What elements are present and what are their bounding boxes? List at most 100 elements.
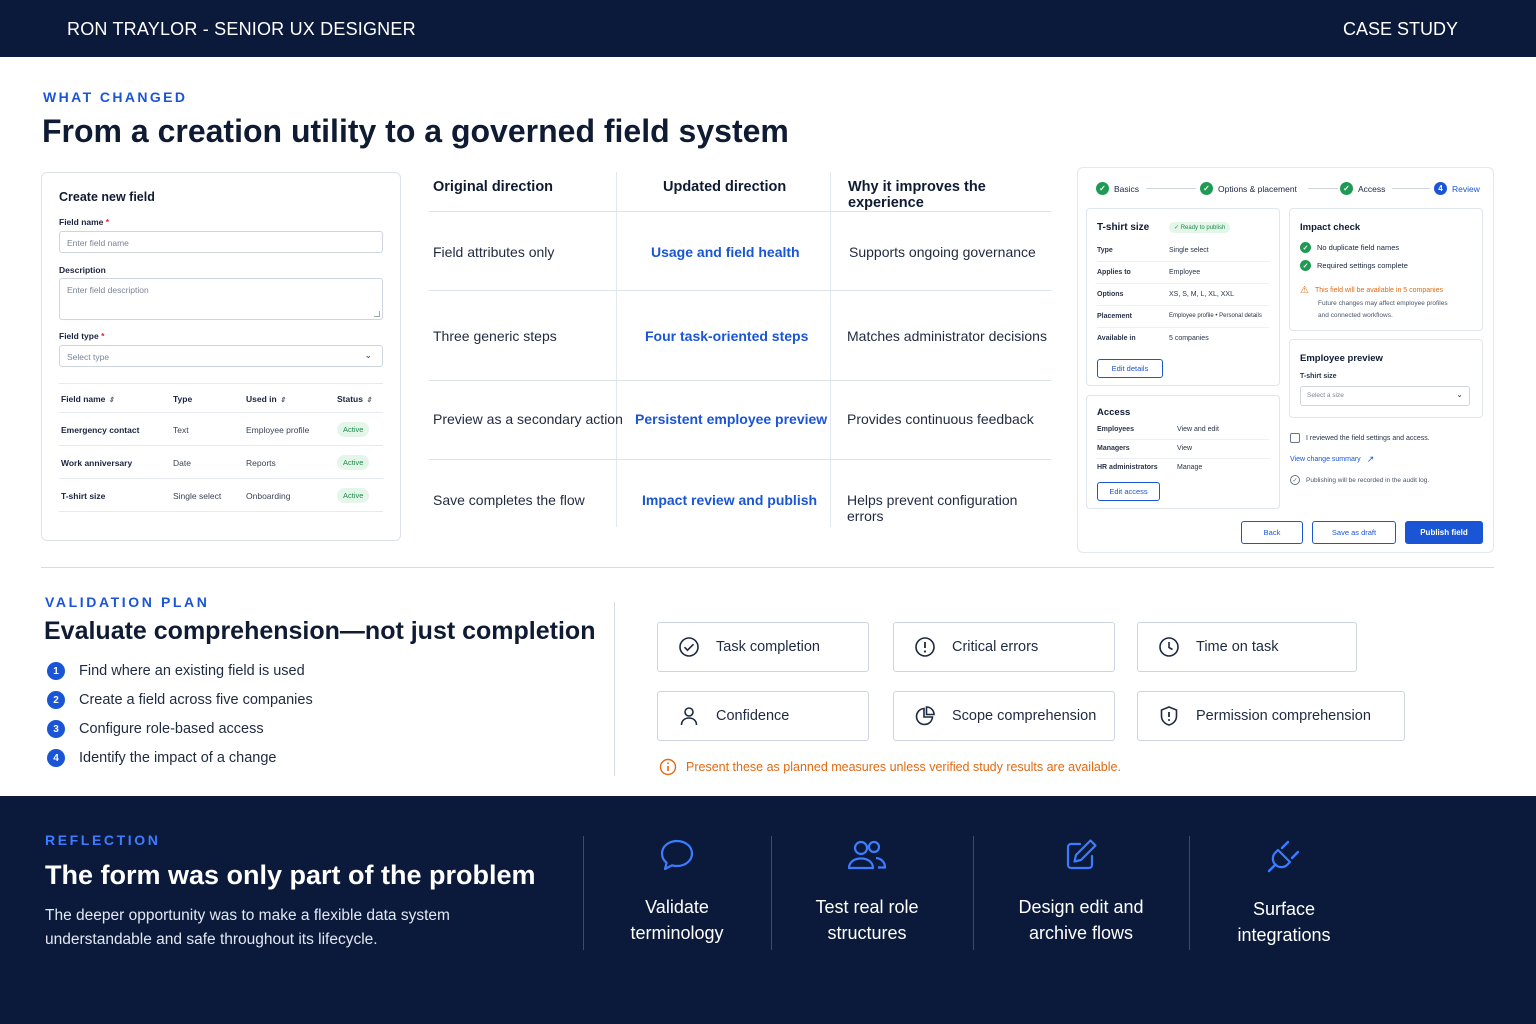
- pie-chart-icon: [915, 706, 935, 726]
- cell-why: Provides continuous feedback: [847, 411, 1034, 427]
- status-badge: Active: [337, 488, 370, 503]
- cell-why: Helps prevent configuration errors: [847, 492, 1018, 524]
- chevron-down-icon: ⌄: [1456, 390, 1463, 399]
- field-name-input[interactable]: Enter field name: [59, 231, 383, 253]
- check-icon: ✓: [1096, 182, 1109, 195]
- status-badge: Active: [337, 422, 370, 437]
- step-access[interactable]: ✓ Access: [1340, 182, 1385, 195]
- warning-detail: Future changes may affect employee profi…: [1318, 300, 1448, 307]
- author-title: RON TRAYLOR - SENIOR UX DESIGNER: [67, 19, 416, 39]
- col-used-in[interactable]: Used in ⇕: [246, 394, 286, 404]
- edit-details-button[interactable]: Edit details: [1097, 359, 1163, 378]
- reflection-item-integrations: Surface integrations: [1194, 836, 1374, 948]
- table-row[interactable]: Emergency contact Text Employee profile …: [59, 413, 383, 446]
- kv-key: Type: [1097, 247, 1113, 254]
- reflection-eyebrow: REFLECTION: [45, 832, 161, 848]
- access-summary-card: Access Employees View and edit Managers …: [1086, 395, 1280, 509]
- task-item: 4 Identify the impact of a change: [47, 749, 277, 767]
- kv-value: Employee: [1169, 269, 1201, 276]
- reflection-item-edit-archive: Design edit and archive flows: [991, 836, 1171, 946]
- audit-note: ✓ Publishing will be recorded in the audi…: [1290, 475, 1429, 485]
- step-basics[interactable]: ✓ Basics: [1096, 182, 1139, 195]
- save-draft-button[interactable]: Save as draft: [1312, 521, 1396, 544]
- publish-field-button[interactable]: Publish field: [1405, 521, 1483, 544]
- reflection-title: The form was only part of the problem: [45, 860, 536, 890]
- confirm-checkbox[interactable]: I reviewed the field settings and access…: [1290, 433, 1430, 443]
- create-field-title: Create new field: [59, 190, 155, 204]
- row-used-in: Reports: [246, 458, 276, 468]
- table-row[interactable]: T-shirt size Single select Onboarding Ac…: [59, 479, 383, 512]
- kv-key: Employees: [1097, 426, 1134, 433]
- back-button[interactable]: Back: [1241, 521, 1303, 544]
- metric-time-on-task: Time on task: [1137, 622, 1357, 672]
- comparison-table: Original direction Updated direction Why…: [429, 172, 1051, 527]
- size-select[interactable]: Select a size ⌄: [1300, 386, 1470, 406]
- header-why: Why it improves the experience: [848, 179, 986, 211]
- cell-updated: Impact review and publish: [642, 492, 818, 508]
- task-item: 1 Find where an existing field is used: [47, 662, 305, 680]
- sort-icon: ⇕: [365, 397, 372, 404]
- checkbox[interactable]: [1290, 433, 1300, 443]
- planned-measures-note: Present these as planned measures unless…: [659, 758, 1121, 776]
- kv-value: XS, S, M, L, XL, XXL: [1169, 291, 1234, 298]
- kv-key: Placement: [1097, 313, 1133, 320]
- cell-original: Field attributes only: [433, 244, 555, 260]
- edit-access-button[interactable]: Edit access: [1097, 482, 1160, 501]
- field-type-select[interactable]: Select type ⌄: [59, 345, 383, 367]
- chevron-down-icon: ⌄: [364, 350, 372, 360]
- row-type: Date: [173, 458, 191, 468]
- cell-why: Supports ongoing governance: [849, 244, 1036, 260]
- info-icon: [659, 758, 677, 776]
- check-icon: ✓: [1300, 242, 1311, 253]
- create-field-card: Create new field Field name * Enter fiel…: [41, 172, 401, 541]
- row-name: Emergency contact: [61, 425, 140, 435]
- table-row[interactable]: Work anniversary Date Reports Active: [59, 446, 383, 479]
- header-updated: Updated direction: [663, 179, 787, 195]
- fields-table: Field name ⇕ Type Used in ⇕ Status ⇕ Emerge…: [59, 383, 383, 512]
- row-used-in: Onboarding: [246, 491, 291, 501]
- metric-scope-comprehension: Scope comprehension: [893, 691, 1115, 741]
- sort-icon: ⇕: [279, 397, 286, 404]
- page-title: From a creation utility to a governed fi…: [42, 113, 789, 149]
- shield-icon: [1160, 706, 1178, 726]
- check-icon: ✓: [1200, 182, 1213, 195]
- kv-value: View: [1177, 445, 1193, 452]
- check-shield-icon: ✓: [1290, 475, 1300, 485]
- external-link-icon: ↗: [1366, 454, 1375, 464]
- cell-original: Preview as a secondary action: [433, 411, 623, 427]
- check-no-duplicates: ✓ No duplicate field names: [1300, 242, 1399, 253]
- access-title: Access: [1097, 407, 1131, 418]
- kv-value: View and edit: [1177, 426, 1219, 433]
- table-header-row: Field name ⇕ Type Used in ⇕ Status ⇕: [59, 383, 383, 413]
- view-change-summary-link[interactable]: View change summary ↗: [1290, 454, 1374, 465]
- metric-critical-errors: Critical errors: [893, 622, 1115, 672]
- preview-title: Employee preview: [1300, 353, 1383, 364]
- sort-icon: ⇕: [108, 397, 115, 404]
- warning-detail: and connected workflows.: [1318, 312, 1393, 319]
- kv-key: Options: [1097, 291, 1124, 298]
- case-study-label: CASE STUDY: [1342, 19, 1458, 39]
- impact-check-card: Impact check ✓ No duplicate field names ✓…: [1289, 208, 1483, 331]
- row-name: Work anniversary: [61, 458, 133, 468]
- ready-badge: ✓ Ready to publish: [1169, 222, 1231, 233]
- kv-value: Manage: [1177, 464, 1203, 471]
- summary-title: T-shirt size: [1097, 222, 1150, 233]
- metric-permission-comprehension: Permission comprehension: [1137, 691, 1405, 741]
- description-textarea[interactable]: Enter field description: [59, 278, 383, 320]
- check-circle-icon: [679, 637, 699, 657]
- status-badge: Active: [337, 455, 370, 470]
- step-review[interactable]: 4 Review: [1434, 182, 1480, 195]
- col-status[interactable]: Status ⇕: [337, 394, 372, 404]
- cell-updated: Persistent employee preview: [635, 411, 828, 427]
- cell-why: Matches administrator decisions: [847, 328, 1047, 344]
- kv-key: Available in: [1097, 335, 1136, 342]
- impact-warning: ⚠ This field will be available in 5 compa…: [1300, 285, 1443, 296]
- clock-icon: [1159, 637, 1179, 657]
- row-name: T-shirt size: [61, 491, 106, 501]
- check-icon: ✓: [1300, 260, 1311, 271]
- step-options[interactable]: ✓ Options & placement: [1200, 182, 1297, 195]
- row-type: Single select: [173, 491, 222, 501]
- metric-confidence: Confidence: [657, 691, 869, 741]
- col-field-name[interactable]: Field name ⇕: [61, 394, 114, 404]
- cell-updated: Four task-oriented steps: [645, 328, 809, 344]
